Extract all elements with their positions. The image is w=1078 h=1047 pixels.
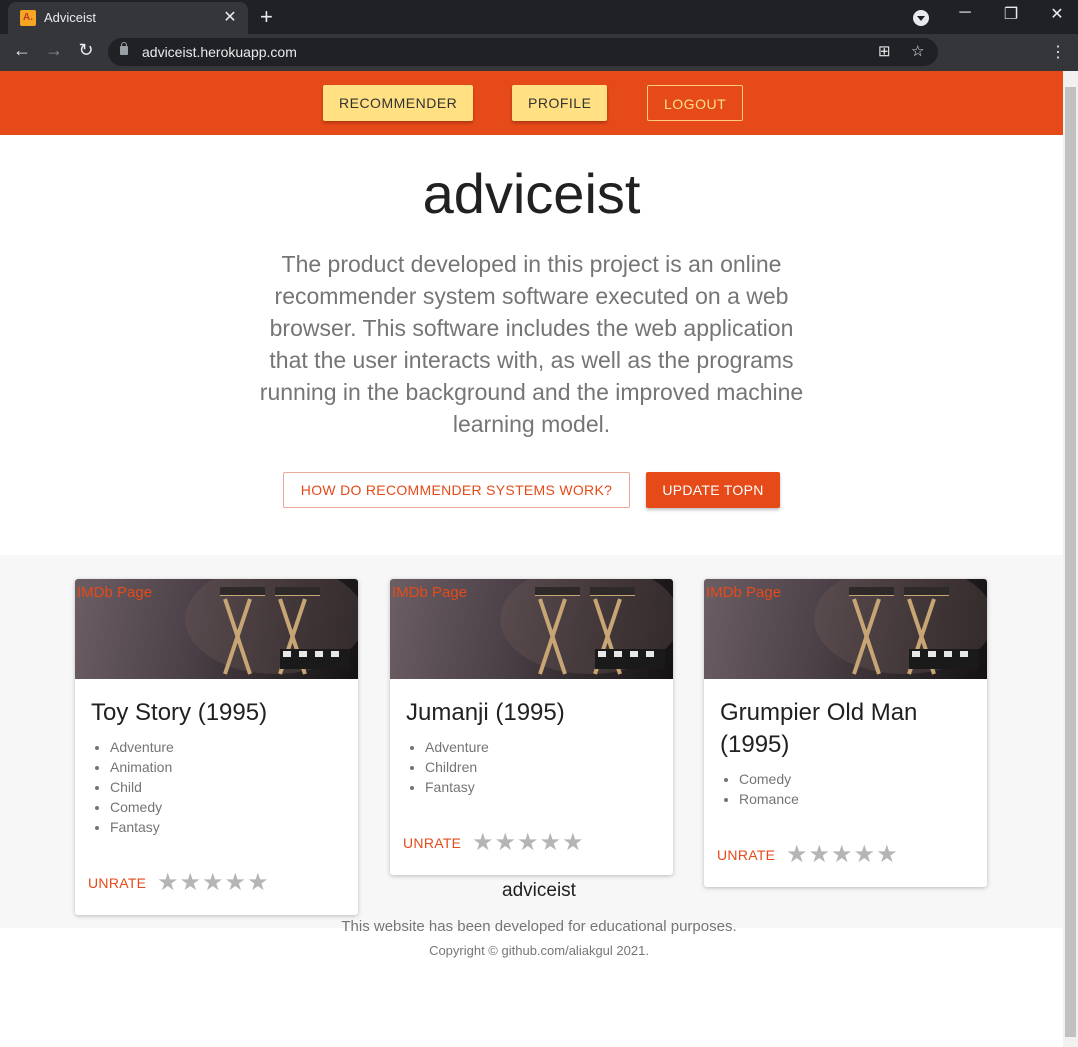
- recommender-button[interactable]: RECOMMENDER: [323, 85, 474, 121]
- movie-card: IMDb Page Jumanji (1995) Adventure Child…: [390, 579, 673, 875]
- movie-title: Jumanji (1995): [406, 699, 565, 726]
- favicon-icon: A.: [20, 10, 36, 26]
- genre-item: Animation: [110, 757, 358, 777]
- tab-search-icon[interactable]: [913, 10, 929, 26]
- restore-icon[interactable]: ❐: [996, 4, 1026, 24]
- star-icon[interactable]: ★: [831, 841, 854, 868]
- url-text[interactable]: adviceist.herokuapp.com: [142, 44, 297, 60]
- imdb-link[interactable]: IMDb Page: [392, 584, 467, 601]
- browser-tab[interactable]: A. Adviceist ✕: [8, 2, 248, 34]
- footer-title: adviceist: [502, 880, 576, 901]
- genre-list: Adventure Children Fantasy: [390, 729, 673, 797]
- unrate-button[interactable]: UNRATE: [403, 835, 461, 851]
- browser-tab-bar: A. Adviceist ✕ + ─ ❐ ✕: [0, 0, 1078, 34]
- movie-card: IMDb Page Grumpier Old Man (1995) Comedy…: [704, 579, 987, 887]
- star-icon[interactable]: ★: [540, 829, 563, 856]
- movie-title: Grumpier Old Man (1995): [720, 699, 918, 758]
- movie-image: IMDb Page: [704, 579, 987, 679]
- unrate-button[interactable]: UNRATE: [717, 847, 775, 863]
- movie-title: Toy Story (1995): [91, 699, 268, 726]
- footer-copyright: Copyright © github.com/aliakgul 2021.: [429, 943, 649, 958]
- movie-card: IMDb Page Toy Story (1995) Adventure Ani…: [75, 579, 358, 915]
- genre-item: Children: [425, 757, 673, 777]
- star-icon[interactable]: ★: [517, 829, 540, 856]
- imdb-link[interactable]: IMDb Page: [706, 584, 781, 601]
- genre-list: Adventure Animation Child Comedy Fantasy: [75, 729, 358, 837]
- footer-description: This website has been developed for educ…: [341, 918, 737, 935]
- star-icon[interactable]: ★: [562, 829, 585, 856]
- logout-button[interactable]: LOGOUT: [647, 85, 744, 121]
- site-navbar: RECOMMENDER PROFILE LOGOUT: [0, 71, 1063, 135]
- close-tab-icon[interactable]: ✕: [220, 7, 240, 27]
- back-icon[interactable]: ←: [10, 40, 34, 61]
- movie-image: IMDb Page: [390, 579, 673, 679]
- minimize-icon[interactable]: ─: [950, 4, 980, 22]
- genre-item: Adventure: [425, 737, 673, 757]
- tab-title: Adviceist: [44, 10, 97, 25]
- card-actions: UNRATE ★★★★★: [390, 823, 673, 875]
- reload-icon[interactable]: ↻: [74, 40, 98, 61]
- genre-item: Fantasy: [110, 817, 358, 837]
- star-rating[interactable]: ★★★★★: [786, 840, 899, 869]
- translate-icon[interactable]: ⊞: [878, 42, 891, 60]
- star-icon[interactable]: ★: [809, 841, 832, 868]
- window-close-icon[interactable]: ✕: [1042, 4, 1072, 24]
- star-icon[interactable]: ★: [472, 829, 495, 856]
- address-bar[interactable]: adviceist.herokuapp.com ⊞ ☆: [108, 38, 938, 66]
- genre-item: Romance: [739, 789, 987, 809]
- browser-toolbar: ← → ↻ adviceist.herokuapp.com ⊞ ☆ ⋮: [0, 34, 1078, 71]
- bookmark-star-icon[interactable]: ☆: [911, 42, 924, 60]
- imdb-link[interactable]: IMDb Page: [77, 584, 152, 601]
- star-icon[interactable]: ★: [876, 841, 899, 868]
- hero-title: adviceist: [422, 162, 641, 225]
- movie-cards-section: IMDb Page Toy Story (1995) Adventure Ani…: [0, 555, 1063, 928]
- update-topn-button[interactable]: UPDATE TOPN: [646, 472, 780, 508]
- new-tab-icon[interactable]: +: [260, 4, 273, 30]
- genre-item: Adventure: [110, 737, 358, 757]
- star-icon[interactable]: ★: [786, 841, 809, 868]
- genre-item: Comedy: [739, 769, 987, 789]
- hero-description: The product developed in this project is…: [259, 251, 804, 437]
- lock-icon[interactable]: [120, 42, 128, 55]
- genre-item: Child: [110, 777, 358, 797]
- star-icon[interactable]: ★: [854, 841, 877, 868]
- how-recommender-works-button[interactable]: HOW DO RECOMMENDER SYSTEMS WORK?: [283, 472, 630, 508]
- genre-item: Fantasy: [425, 777, 673, 797]
- star-rating[interactable]: ★★★★★: [472, 828, 585, 857]
- forward-icon[interactable]: →: [42, 40, 66, 61]
- genre-list: Comedy Romance: [704, 761, 987, 809]
- movie-image: IMDb Page: [75, 579, 358, 679]
- profile-button[interactable]: PROFILE: [512, 85, 608, 121]
- kebab-menu-icon[interactable]: ⋮: [1050, 42, 1066, 62]
- genre-item: Comedy: [110, 797, 358, 817]
- star-icon[interactable]: ★: [495, 829, 518, 856]
